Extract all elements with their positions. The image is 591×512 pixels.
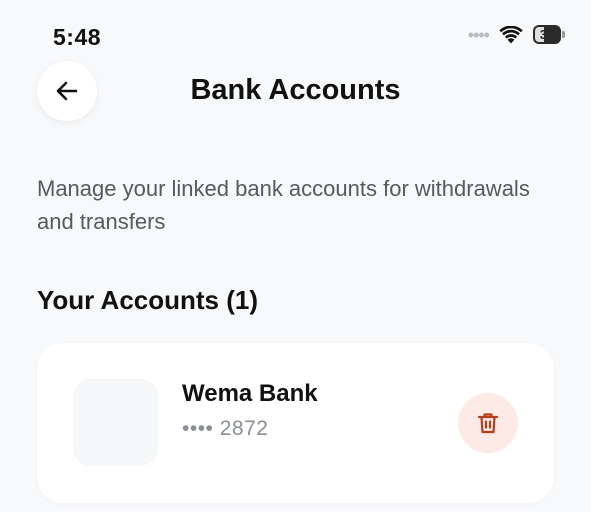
delete-account-button[interactable] bbox=[458, 393, 518, 453]
cellular-signal-icon: •••• bbox=[467, 24, 490, 45]
bank-logo bbox=[73, 379, 158, 466]
page-title: Bank Accounts bbox=[190, 74, 401, 106]
page-description: Manage your linked bank accounts for wit… bbox=[37, 176, 530, 234]
battery-indicator: 33 bbox=[533, 25, 565, 44]
accounts-section-title: Your Accounts (1) bbox=[37, 285, 259, 315]
trash-icon bbox=[477, 413, 499, 434]
battery-level: 33 bbox=[539, 27, 555, 42]
status-indicators: •••• 33 bbox=[468, 25, 565, 44]
bank-accounts-screen: 5:48 •••• 33 Bank Accounts Manage your l… bbox=[0, 0, 591, 512]
status-time: 5:48 bbox=[53, 24, 102, 50]
battery-icon: 33 bbox=[533, 25, 561, 44]
bank-name: Wema Bank bbox=[182, 380, 318, 407]
wifi-icon bbox=[499, 25, 523, 43]
bank-account-card[interactable]: Wema Bank •••• 2872 bbox=[37, 343, 554, 503]
battery-cap bbox=[562, 31, 565, 38]
masked-account-number: •••• 2872 bbox=[182, 417, 269, 440]
